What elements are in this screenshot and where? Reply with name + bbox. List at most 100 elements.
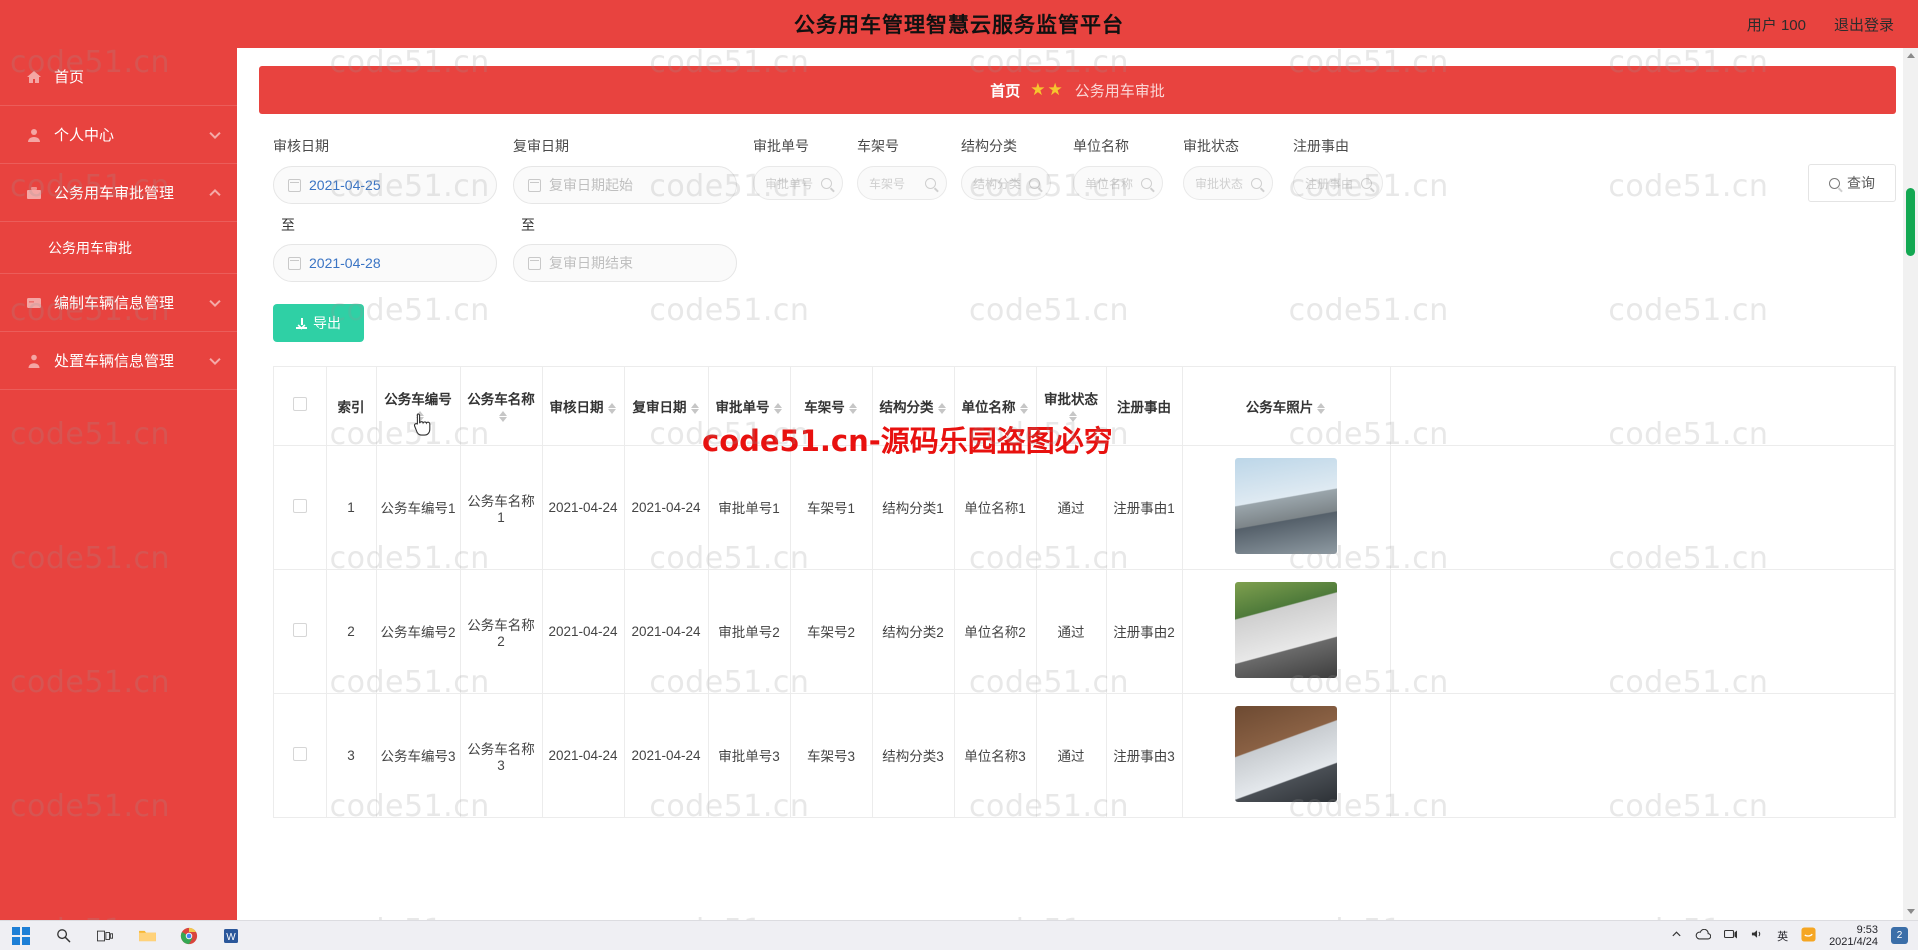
sort-icon[interactable] bbox=[848, 402, 858, 415]
approval-no-input[interactable]: 审批单号 bbox=[753, 166, 843, 200]
table-header-label: 结构分类 bbox=[880, 400, 934, 415]
page-scrollbar[interactable] bbox=[1903, 48, 1918, 920]
table-header-photo[interactable]: 公务车照片 bbox=[1182, 367, 1390, 445]
reason-input[interactable]: 注册事由 bbox=[1293, 166, 1383, 200]
ime-indicator[interactable]: 英 bbox=[1777, 928, 1788, 944]
chevron-down-icon bbox=[209, 353, 220, 364]
table-cell-checkbox bbox=[274, 569, 326, 693]
filter-label: 复审日期 bbox=[513, 136, 753, 154]
sort-icon[interactable] bbox=[607, 402, 617, 415]
filter-label: 审批状态 bbox=[1183, 136, 1293, 154]
calendar-icon bbox=[288, 179, 301, 192]
select-all-checkbox[interactable] bbox=[293, 397, 307, 411]
table-header-car_name[interactable]: 公务车名称 bbox=[460, 367, 542, 445]
table-cell-status: 通过 bbox=[1036, 693, 1106, 817]
sidebar-item-disposal-vehicle-info-mgmt[interactable]: 处置车辆信息管理 bbox=[0, 332, 237, 390]
table-header-review_date[interactable]: 复审日期 bbox=[624, 367, 708, 445]
search-taskbar-button[interactable] bbox=[42, 921, 84, 951]
vehicle-photo[interactable] bbox=[1235, 458, 1337, 554]
page-title: 公务用车管理智慧云服务监管平台 bbox=[794, 9, 1124, 39]
logout-link[interactable]: 退出登录 bbox=[1834, 14, 1894, 35]
sidebar-subitem-vehicle-approval[interactable]: 公务用车审批 bbox=[0, 222, 237, 274]
filter-row: 审核日期 2021-04-25 至 2021-04-28 复审日期 bbox=[273, 136, 1896, 282]
table-cell-reason: 注册事由1 bbox=[1106, 445, 1182, 569]
table-row[interactable]: 1公务车编号1公务车名称12021-04-242021-04-24审批单号1车架… bbox=[274, 445, 1895, 569]
sort-icon[interactable] bbox=[937, 402, 947, 415]
sort-icon[interactable] bbox=[690, 402, 700, 415]
tray-expand-icon[interactable] bbox=[1671, 929, 1682, 943]
network-icon[interactable] bbox=[1724, 928, 1738, 943]
status-placeholder: 审批状态 bbox=[1195, 175, 1243, 192]
taskbar-clock[interactable]: 9:53 2021/4/24 bbox=[1829, 924, 1878, 948]
scroll-up-arrow[interactable] bbox=[1903, 48, 1918, 64]
volume-icon[interactable] bbox=[1751, 928, 1764, 943]
unit-placeholder: 单位名称 bbox=[1085, 175, 1133, 192]
home-icon bbox=[26, 69, 42, 85]
breadcrumb-home[interactable]: 首页 bbox=[990, 80, 1020, 101]
status-input[interactable]: 审批状态 bbox=[1183, 166, 1273, 200]
sort-icon[interactable] bbox=[498, 410, 508, 423]
chevron-down-icon bbox=[209, 127, 220, 138]
search-icon bbox=[1141, 178, 1152, 189]
vehicle-photo[interactable] bbox=[1235, 582, 1337, 678]
table-header-audit_date[interactable]: 审核日期 bbox=[542, 367, 624, 445]
table-row[interactable]: 3公务车编号3公务车名称32021-04-242021-04-24审批单号3车架… bbox=[274, 693, 1895, 817]
taskbar-system-tray: 英 9:53 2021/4/24 2 bbox=[1671, 924, 1918, 948]
sidebar-item-home[interactable]: 首页 bbox=[0, 48, 237, 106]
scrollbar-thumb[interactable] bbox=[1906, 188, 1915, 256]
task-view-button[interactable] bbox=[84, 921, 126, 951]
table-cell-vin: 车架号1 bbox=[790, 445, 872, 569]
row-checkbox[interactable] bbox=[293, 499, 307, 513]
table-row[interactable]: 2公务车编号2公务车名称22021-04-242021-04-24审批单号2车架… bbox=[274, 569, 1895, 693]
query-button-label: 查询 bbox=[1847, 173, 1875, 193]
vehicle-photo[interactable] bbox=[1235, 706, 1337, 802]
table-header-label: 复审日期 bbox=[633, 400, 687, 415]
sort-icon[interactable] bbox=[1019, 402, 1029, 415]
sort-icon[interactable] bbox=[773, 402, 783, 415]
table-cell-structure: 结构分类1 bbox=[872, 445, 954, 569]
filter-label: 审核日期 bbox=[273, 136, 513, 154]
breadcrumb-current: 公务用车审批 bbox=[1075, 80, 1165, 101]
audit-date-end-input[interactable]: 2021-04-28 bbox=[273, 244, 497, 282]
notification-badge[interactable]: 2 bbox=[1891, 927, 1908, 944]
table-cell-approval_no: 审批单号2 bbox=[708, 569, 790, 693]
star-icon: ★★ bbox=[1030, 80, 1064, 100]
approval-no-placeholder: 审批单号 bbox=[765, 175, 813, 192]
query-button[interactable]: 查询 bbox=[1808, 164, 1896, 202]
table-header-checkbox bbox=[274, 367, 326, 445]
sidebar-item-label: 个人中心 bbox=[54, 124, 114, 145]
sort-icon[interactable] bbox=[1316, 402, 1326, 415]
sidebar-item-fleet-vehicle-info-mgmt[interactable]: 编制车辆信息管理 bbox=[0, 274, 237, 332]
row-checkbox[interactable] bbox=[293, 623, 307, 637]
review-date-end-input[interactable]: 复审日期结束 bbox=[513, 244, 737, 282]
calendar-icon bbox=[288, 257, 301, 270]
search-icon bbox=[1829, 178, 1840, 189]
audit-date-start-input[interactable]: 2021-04-25 bbox=[273, 166, 497, 204]
start-button[interactable] bbox=[0, 921, 42, 951]
row-checkbox[interactable] bbox=[293, 747, 307, 761]
breadcrumb: 首页 ★★ 公务用车审批 bbox=[259, 66, 1896, 114]
review-date-start-input[interactable]: 复审日期起始 bbox=[513, 166, 737, 204]
onedrive-icon[interactable] bbox=[1695, 929, 1711, 943]
unit-input[interactable]: 单位名称 bbox=[1073, 166, 1163, 200]
file-explorer-button[interactable] bbox=[126, 921, 168, 951]
table-body: 1公务车编号1公务车名称12021-04-242021-04-24审批单号1车架… bbox=[274, 445, 1895, 817]
table-cell-unit: 单位名称1 bbox=[954, 445, 1036, 569]
table-cell-ops bbox=[1390, 569, 1895, 693]
table-cell-audit_date: 2021-04-24 bbox=[542, 445, 624, 569]
table-header-label: 单位名称 bbox=[962, 400, 1016, 415]
sidebar-subitem-label: 公务用车审批 bbox=[48, 238, 132, 258]
scroll-down-arrow[interactable] bbox=[1903, 904, 1918, 920]
word-button[interactable]: W bbox=[210, 921, 252, 951]
table-header-label: 公务车名称 bbox=[467, 392, 535, 407]
table-cell-photo bbox=[1182, 569, 1390, 693]
sogou-icon[interactable] bbox=[1801, 927, 1816, 945]
table-cell-unit: 单位名称3 bbox=[954, 693, 1036, 817]
export-button[interactable]: 导出 bbox=[273, 304, 364, 342]
sidebar-item-personal-center[interactable]: 个人中心 bbox=[0, 106, 237, 164]
table-cell-car_name: 公务车名称3 bbox=[460, 693, 542, 817]
structure-input[interactable]: 结构分类 bbox=[961, 166, 1051, 200]
sidebar-item-vehicle-approval-mgmt[interactable]: 公务用车审批管理 bbox=[0, 164, 237, 222]
chrome-button[interactable] bbox=[168, 921, 210, 951]
vin-input[interactable]: 车架号 bbox=[857, 166, 947, 200]
